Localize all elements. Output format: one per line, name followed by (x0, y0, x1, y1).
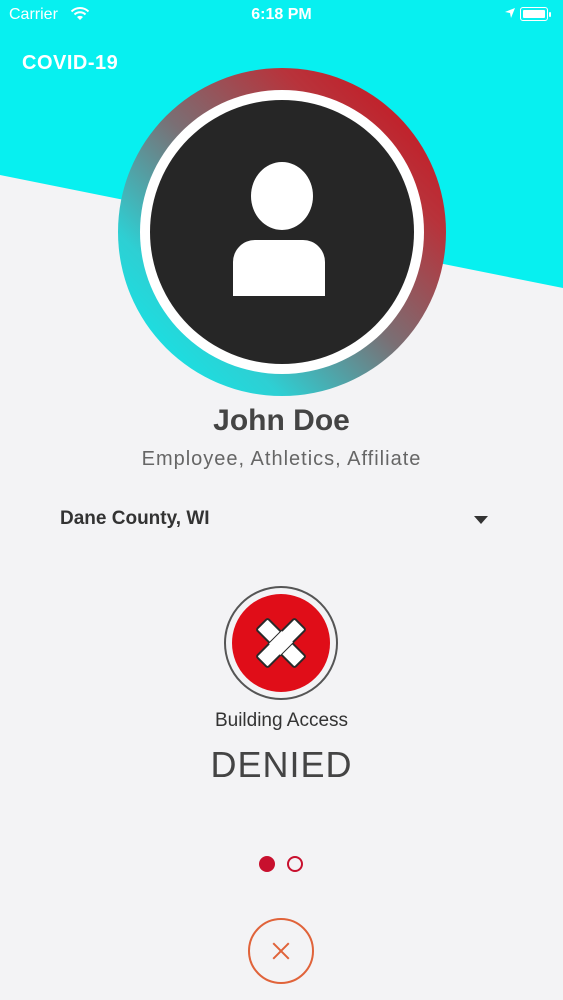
avatar (150, 100, 414, 364)
page-dot-inactive[interactable] (287, 856, 303, 872)
access-status: DENIED (210, 744, 353, 785)
close-button[interactable] (248, 918, 314, 984)
person-icon (251, 162, 313, 230)
location-dropdown-value: Dane County, WI (60, 508, 210, 529)
page-dot-active[interactable] (259, 856, 275, 872)
clock: 6:18 PM (251, 6, 312, 23)
location-arrow-icon (504, 6, 516, 24)
app-brand-title: COVID-19 (22, 52, 119, 74)
person-icon-body (233, 240, 325, 296)
access-label: Building Access (214, 710, 349, 731)
location-dropdown[interactable]: Dane County, WI (60, 506, 500, 536)
page-indicator (259, 856, 309, 876)
status-bar: Carrier 6:18 PM (0, 0, 563, 30)
user-roles: Employee, Athletics, Affiliate (141, 448, 422, 470)
caret-down-icon (474, 516, 488, 524)
battery-icon (520, 7, 551, 21)
user-name: John Doe (213, 404, 350, 437)
